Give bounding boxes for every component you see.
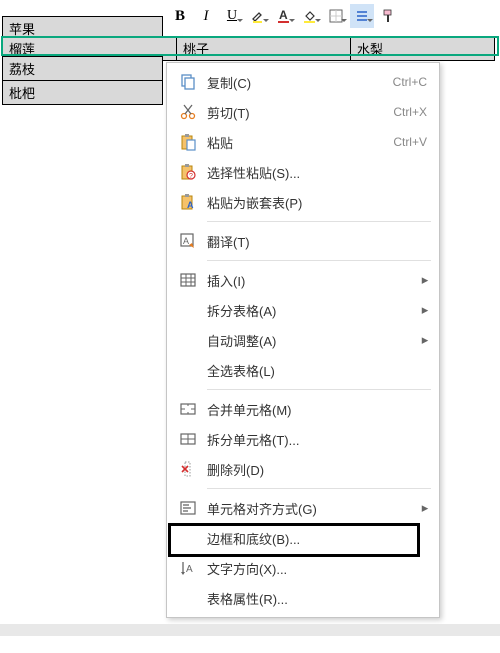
- svg-text:A: A: [279, 8, 288, 22]
- menu-item-merge-cells[interactable]: 合并单元格(M): [167, 394, 439, 424]
- font-color-icon: A: [276, 8, 292, 24]
- menu-shortcut: Ctrl+X: [393, 105, 431, 119]
- menu-item-copy[interactable]: 复制(C) Ctrl+C: [167, 67, 439, 97]
- menu-item-paste[interactable]: 粘贴 Ctrl+V: [167, 127, 439, 157]
- menu-label: 插入(I): [201, 271, 419, 290]
- paint-bucket-icon: [302, 8, 318, 24]
- menu-label: 删除列(D): [201, 460, 431, 479]
- menu-label: 边框和底纹(B)...: [201, 529, 431, 548]
- paste-icon: [175, 133, 201, 151]
- text-direction-icon: A: [175, 559, 201, 577]
- menu-label: 复制(C): [201, 73, 393, 92]
- bold-button[interactable]: B: [168, 4, 192, 28]
- cell[interactable]: 荔枝: [3, 57, 163, 81]
- italic-label: I: [204, 8, 209, 25]
- delete-col-icon: [175, 460, 201, 478]
- menu-item-cut[interactable]: 剪切(T) Ctrl+X: [167, 97, 439, 127]
- svg-text:?: ?: [189, 173, 193, 180]
- menu-label: 剪切(T): [201, 103, 393, 122]
- split-cells-icon: [175, 430, 201, 448]
- menu-label: 自动调整(A): [201, 331, 419, 350]
- menu-item-borders[interactable]: 边框和底纹(B)...: [167, 523, 439, 553]
- menu-label: 合并单元格(M): [201, 400, 431, 419]
- paste-special-icon: ?: [175, 163, 201, 181]
- menu-item-split-table[interactable]: 拆分表格(A) ▸: [167, 295, 439, 325]
- menu-item-text-dir[interactable]: A 文字方向(X)...: [167, 553, 439, 583]
- menu-separator: [207, 389, 431, 390]
- context-menu: 复制(C) Ctrl+C 剪切(T) Ctrl+X 粘贴 Ctrl+V ? 选择…: [166, 62, 440, 618]
- table-row[interactable]: 枇杷: [3, 81, 163, 105]
- align-button[interactable]: [350, 4, 374, 28]
- menu-shortcut: Ctrl+C: [393, 75, 431, 89]
- cut-icon: [175, 103, 201, 121]
- underline-button[interactable]: U: [220, 4, 244, 28]
- menu-separator: [207, 221, 431, 222]
- menu-label: 选择性粘贴(S)...: [201, 163, 431, 182]
- svg-text:A: A: [183, 236, 189, 246]
- bold-label: B: [175, 8, 185, 25]
- menu-shortcut: Ctrl+V: [393, 135, 431, 149]
- format-toolbar: B I U A: [168, 2, 400, 30]
- merge-cells-icon: [175, 400, 201, 418]
- chevron-right-icon: ▸: [419, 332, 431, 348]
- menu-label: 翻译(T): [201, 232, 431, 251]
- highlight-icon: [250, 8, 266, 24]
- svg-text:A: A: [187, 200, 194, 210]
- menu-label: 文字方向(X)...: [201, 559, 431, 578]
- menu-item-paste-nested[interactable]: A 粘贴为嵌套表(P): [167, 187, 439, 217]
- underline-label: U: [227, 8, 237, 24]
- menu-label: 单元格对齐方式(G): [201, 499, 419, 518]
- italic-button[interactable]: I: [194, 4, 218, 28]
- menu-label: 全选表格(L): [201, 361, 431, 380]
- menu-item-paste-special[interactable]: ? 选择性粘贴(S)...: [167, 157, 439, 187]
- table-icon: [175, 271, 201, 289]
- menu-label: 拆分表格(A): [201, 301, 419, 320]
- menu-separator: [207, 260, 431, 261]
- menu-label: 粘贴: [201, 133, 393, 152]
- cell[interactable]: 枇杷: [3, 81, 163, 105]
- menu-separator: [207, 488, 431, 489]
- menu-item-select-all[interactable]: 全选表格(L): [167, 355, 439, 385]
- format-painter-icon: [380, 8, 396, 24]
- chevron-right-icon: ▸: [419, 272, 431, 288]
- table-row[interactable]: 荔枝: [3, 57, 163, 81]
- align-icon: [355, 9, 369, 23]
- menu-label: 表格属性(R)...: [201, 589, 431, 608]
- menu-item-table-props[interactable]: 表格属性(R)...: [167, 583, 439, 613]
- font-color-button[interactable]: A: [272, 4, 296, 28]
- svg-text:A: A: [186, 564, 193, 575]
- format-painter-button[interactable]: [376, 4, 400, 28]
- cell[interactable]: 水梨: [351, 37, 495, 61]
- translate-icon: A: [175, 232, 201, 250]
- menu-label: 粘贴为嵌套表(P): [201, 193, 431, 212]
- chevron-right-icon: ▸: [419, 302, 431, 318]
- copy-icon: [175, 73, 201, 91]
- data-table[interactable]: 荔枝 枇杷: [2, 56, 163, 105]
- fill-color-button[interactable]: [298, 4, 322, 28]
- highlight-button[interactable]: [246, 4, 270, 28]
- menu-item-split-cells[interactable]: 拆分单元格(T)...: [167, 424, 439, 454]
- borders-icon: [329, 9, 343, 23]
- paste-nested-icon: A: [175, 193, 201, 211]
- menu-item-insert[interactable]: 插入(I) ▸: [167, 265, 439, 295]
- borders-button[interactable]: [324, 4, 348, 28]
- menu-item-delete-col[interactable]: 删除列(D): [167, 454, 439, 484]
- menu-label: 拆分单元格(T)...: [201, 430, 431, 449]
- cell-align-icon: [175, 499, 201, 517]
- menu-item-translate[interactable]: A 翻译(T): [167, 226, 439, 256]
- cell[interactable]: 桃子: [177, 37, 351, 61]
- bottom-bar: [0, 624, 500, 636]
- menu-item-auto-fit[interactable]: 自动调整(A) ▸: [167, 325, 439, 355]
- chevron-right-icon: ▸: [419, 500, 431, 516]
- menu-item-cell-align[interactable]: 单元格对齐方式(G) ▸: [167, 493, 439, 523]
